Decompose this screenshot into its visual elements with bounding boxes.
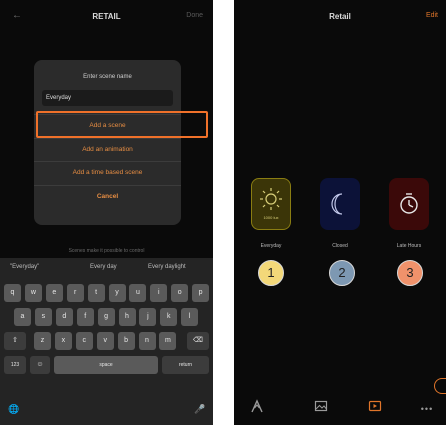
- left-phone-screen: ← RETAIL Done Enter scene name Everyday …: [0, 0, 213, 425]
- scenes-icon: [368, 400, 382, 412]
- key-z[interactable]: z: [34, 332, 51, 350]
- lux-value: 1000 lux: [263, 215, 279, 220]
- scene-tile-closed[interactable]: [320, 178, 360, 230]
- key-l[interactable]: l: [181, 308, 199, 326]
- key-p[interactable]: p: [192, 284, 210, 302]
- scene-tile-late-hours[interactable]: [389, 178, 429, 230]
- tab-scenes[interactable]: [360, 399, 390, 418]
- globe-icon[interactable]: 🌐: [8, 404, 19, 415]
- dialog-title: Enter scene name: [83, 74, 132, 80]
- divider: [34, 185, 181, 186]
- page-title: Retail: [329, 12, 351, 21]
- scene-tile-everyday[interactable]: 1000 lux: [251, 178, 291, 230]
- key-i[interactable]: i: [150, 284, 168, 302]
- key-j[interactable]: j: [139, 308, 157, 326]
- step-badge: 2: [329, 260, 355, 286]
- left-header: ← RETAIL Done: [0, 0, 213, 36]
- scene-name-dialog: Enter scene name Everyday Add a scene Ad…: [34, 60, 181, 225]
- sun-icon: [260, 188, 282, 210]
- cancel-button[interactable]: Cancel: [34, 193, 181, 200]
- step-badge: 1: [258, 260, 284, 286]
- key-d[interactable]: d: [55, 308, 73, 326]
- step-badge: 3: [397, 260, 423, 286]
- right-header: Retail Edit: [234, 0, 446, 36]
- key-s[interactable]: s: [34, 308, 52, 326]
- key-e[interactable]: e: [45, 284, 63, 302]
- key-v[interactable]: v: [96, 332, 114, 350]
- numbers-key[interactable]: 123: [4, 356, 26, 374]
- right-phone-screen: Retail Edit 1000 lux Everyday Closed Lat: [234, 0, 446, 425]
- done-button[interactable]: Done: [186, 12, 203, 19]
- timer-icon: [400, 193, 418, 214]
- microphone-icon[interactable]: 🎤: [194, 404, 205, 415]
- gallery-icon: [314, 400, 328, 412]
- key-m[interactable]: m: [159, 332, 177, 350]
- key-q[interactable]: q: [4, 284, 21, 302]
- hint-text: Scenes make it possible to control: [68, 248, 145, 254]
- key-c[interactable]: c: [75, 332, 93, 350]
- key-a[interactable]: a: [14, 308, 31, 326]
- key-n[interactable]: n: [138, 332, 156, 350]
- key-w[interactable]: w: [24, 284, 42, 302]
- tab-home[interactable]: [242, 399, 272, 418]
- key-k[interactable]: k: [160, 308, 178, 326]
- scene-label: Everyday: [260, 243, 282, 249]
- return-key[interactable]: return: [162, 356, 209, 374]
- edit-button[interactable]: Edit: [426, 12, 438, 19]
- emoji-key[interactable]: ☺: [30, 356, 50, 374]
- add-time-based-scene-button[interactable]: Add a time based scene: [34, 169, 181, 176]
- scene-name-input[interactable]: Everyday: [42, 90, 173, 106]
- more-icon: •••: [420, 404, 434, 414]
- suggestion-item[interactable]: Every day: [90, 264, 117, 270]
- space-key[interactable]: space: [54, 356, 158, 374]
- key-g[interactable]: g: [97, 308, 115, 326]
- key-t[interactable]: t: [87, 284, 105, 302]
- suggestion-item[interactable]: "Everyday": [10, 264, 39, 270]
- highlight-box: [36, 111, 208, 138]
- key-x[interactable]: x: [54, 332, 72, 350]
- scene-label: Closed: [332, 243, 348, 249]
- tab-bar: •••: [234, 395, 446, 425]
- key-y[interactable]: y: [108, 284, 126, 302]
- page-title: RETAIL: [92, 12, 121, 21]
- suggestion-item[interactable]: Every daylight: [148, 264, 186, 270]
- tab-gallery[interactable]: [306, 399, 336, 418]
- add-animation-button[interactable]: Add an animation: [34, 146, 181, 153]
- shift-key[interactable]: ⇧: [4, 332, 26, 350]
- suggestion-bar: "Everyday" Every day Every daylight: [0, 262, 213, 276]
- side-tab-handle[interactable]: [434, 378, 446, 394]
- tab-more[interactable]: •••: [412, 399, 442, 417]
- backspace-key[interactable]: ⌫: [187, 332, 209, 350]
- logo-icon: [251, 399, 263, 413]
- divider: [34, 161, 181, 162]
- key-u[interactable]: u: [129, 284, 147, 302]
- scene-label: Late Hours: [396, 243, 422, 249]
- key-r[interactable]: r: [66, 284, 84, 302]
- key-b[interactable]: b: [117, 332, 135, 350]
- moon-icon: [331, 193, 343, 215]
- key-h[interactable]: h: [118, 308, 136, 326]
- key-f[interactable]: f: [76, 308, 94, 326]
- key-o[interactable]: o: [171, 284, 189, 302]
- divider: [34, 138, 181, 139]
- keyboard: "Everyday" Every day Every daylight qwer…: [0, 258, 213, 425]
